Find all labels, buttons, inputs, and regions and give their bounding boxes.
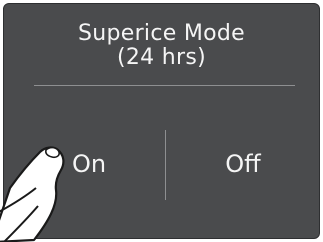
- off-button[interactable]: Off: [168, 140, 318, 188]
- options-divider: [165, 130, 166, 200]
- panel-title: Superice Mode: [77, 21, 246, 46]
- superice-mode-panel: Superice Mode (24 hrs) On Off: [3, 3, 320, 239]
- on-label: On: [71, 150, 107, 178]
- panel-subtitle: (24 hrs): [116, 45, 206, 70]
- on-button[interactable]: On: [14, 140, 164, 188]
- title-divider: [34, 85, 295, 86]
- off-label: Off: [225, 150, 261, 178]
